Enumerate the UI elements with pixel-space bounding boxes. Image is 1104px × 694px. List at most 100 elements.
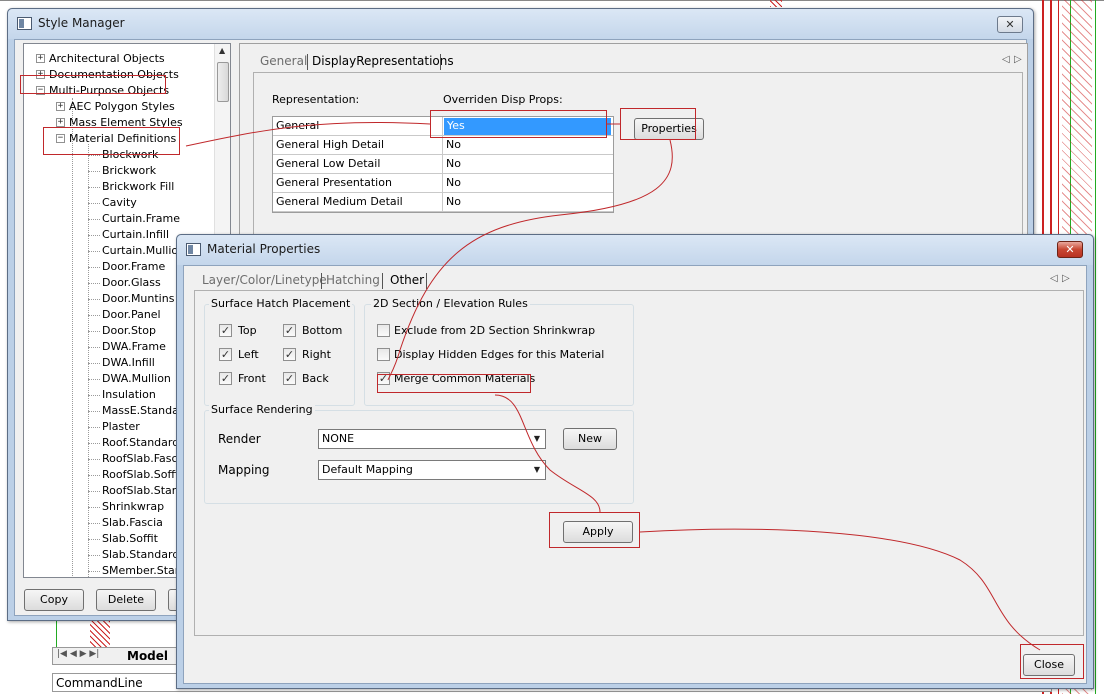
overridden-cell[interactable]: No	[443, 193, 613, 212]
cad-hatch	[770, 0, 782, 7]
material-item[interactable]: Curtain.Mullion	[102, 244, 185, 257]
material-item[interactable]: DWA.Frame	[102, 340, 166, 353]
copy-button[interactable]: Copy	[24, 589, 84, 611]
tree-expander-icon[interactable]: +	[36, 54, 45, 63]
material-item[interactable]: Shrinkwrap	[102, 500, 164, 513]
material-item[interactable]: RoofSlab.Fascia	[102, 452, 187, 465]
cad-grid-line	[1095, 0, 1096, 694]
table-row[interactable]: General High Detail No	[273, 136, 613, 155]
material-properties-titlebar[interactable]: Material Properties ✕	[177, 235, 1093, 265]
tree-connector	[88, 475, 100, 476]
hidden-edges-checkbox[interactable]	[377, 348, 390, 361]
material-item[interactable]: DWA.Mullion	[102, 372, 171, 385]
tree-connector	[88, 427, 100, 428]
tree-item[interactable]: Architectural Objects	[49, 52, 165, 65]
tab-layer-color-linetype[interactable]: Layer/Color/Linetype	[202, 273, 327, 287]
tab-separator	[307, 54, 308, 70]
tab-display-representations[interactable]: DisplayRepresentations	[312, 54, 454, 68]
tree-expander-icon[interactable]: +	[56, 118, 65, 127]
tab-scroll-left-icon[interactable]: ◁	[1002, 54, 1010, 65]
tab-nav-arrows[interactable]: |◀ ◀ ▶ ▶|	[57, 649, 99, 659]
right-label: Right	[302, 348, 331, 361]
material-item[interactable]: Door.Panel	[102, 308, 161, 321]
cad-grid-line	[56, 618, 57, 648]
style-manager-titlebar[interactable]: Style Manager ✕	[8, 9, 1033, 39]
tab-other[interactable]: Other	[390, 273, 424, 287]
scroll-thumb[interactable]	[217, 62, 229, 102]
tab-general[interactable]: General	[260, 54, 307, 68]
right-checkbox[interactable]: ✓	[283, 348, 296, 361]
material-item[interactable]: RoofSlab.Soffit	[102, 468, 182, 481]
material-item[interactable]: Insulation	[102, 388, 156, 401]
tree-expander-icon[interactable]: +	[56, 102, 65, 111]
tab-model[interactable]: Model	[127, 649, 168, 663]
material-item[interactable]: Cavity	[102, 196, 137, 209]
window-icon	[186, 243, 201, 256]
annotation-box-properties	[620, 108, 696, 140]
material-tabs: Layer/Color/Linetype Hatching Other ◁ ▷	[194, 271, 1074, 291]
top-checkbox[interactable]: ✓	[219, 324, 232, 337]
material-item[interactable]: Roof.Standard	[102, 436, 179, 449]
tree-connector	[88, 459, 100, 460]
tab-hatching[interactable]: Hatching	[326, 273, 380, 287]
render-select[interactable]: NONE ▼	[318, 429, 546, 449]
tab-separator	[426, 273, 427, 289]
tab-separator	[440, 54, 441, 70]
layout-tab-strip: |◀ ◀ ▶ ▶| Model	[52, 647, 177, 665]
close-icon[interactable]: ✕	[1057, 241, 1083, 258]
close-icon[interactable]: ✕	[997, 16, 1023, 33]
bottom-checkbox[interactable]: ✓	[283, 324, 296, 337]
front-label: Front	[238, 372, 266, 385]
exclude-shrinkwrap-checkbox[interactable]	[377, 324, 390, 337]
mapping-select[interactable]: Default Mapping ▼	[318, 460, 546, 480]
representation-cell: General High Detail	[276, 138, 385, 151]
material-item[interactable]: Door.Stop	[102, 324, 156, 337]
material-properties-title: Material Properties	[207, 242, 321, 256]
material-item[interactable]: Slab.Standard	[102, 548, 179, 561]
tab-scroll-left-icon[interactable]: ◁	[1050, 273, 1058, 284]
back-checkbox[interactable]: ✓	[283, 372, 296, 385]
left-checkbox[interactable]: ✓	[219, 348, 232, 361]
overridden-cell[interactable]: No	[443, 136, 613, 155]
tree-connector	[88, 235, 100, 236]
annotation-box-yes	[430, 110, 607, 138]
left-label: Left	[238, 348, 259, 361]
table-row[interactable]: General Medium Detail No	[273, 193, 613, 212]
material-item[interactable]: Curtain.Frame	[102, 212, 180, 225]
tree-connector	[88, 555, 100, 556]
section-rules-title: 2D Section / Elevation Rules	[371, 297, 530, 310]
material-item[interactable]: Door.Frame	[102, 260, 165, 273]
tab-scroll-right-icon[interactable]: ▷	[1062, 273, 1070, 284]
overridden-cell[interactable]: No	[443, 155, 613, 174]
exclude-shrinkwrap-label: Exclude from 2D Section Shrinkwrap	[394, 324, 596, 337]
chevron-down-icon[interactable]: ▼	[529, 430, 545, 448]
material-item[interactable]: Door.Glass	[102, 276, 161, 289]
overridden-header: Overriden Disp Props:	[443, 93, 563, 106]
table-row[interactable]: General Presentation No	[273, 174, 613, 193]
material-item[interactable]: Curtain.Infill	[102, 228, 169, 241]
tree-connector	[88, 203, 100, 204]
material-item[interactable]: Door.Muntins	[102, 292, 174, 305]
material-item[interactable]: DWA.Infill	[102, 356, 155, 369]
surface-rendering-title: Surface Rendering	[209, 403, 315, 416]
material-item[interactable]: Slab.Fascia	[102, 516, 163, 529]
bottom-label: Bottom	[302, 324, 343, 337]
chevron-down-icon[interactable]: ▼	[529, 461, 545, 479]
representation-header: Representation:	[272, 93, 360, 106]
table-row[interactable]: General Low Detail No	[273, 155, 613, 174]
tree-connector	[88, 251, 100, 252]
material-item[interactable]: Brickwork Fill	[102, 180, 174, 193]
material-item[interactable]: Slab.Soffit	[102, 532, 158, 545]
front-checkbox[interactable]: ✓	[219, 372, 232, 385]
tree-connector	[88, 347, 100, 348]
new-render-button[interactable]: New	[563, 428, 617, 450]
scroll-up-icon[interactable]: ▲	[219, 46, 225, 55]
tree-item[interactable]: AEC Polygon Styles	[69, 100, 175, 113]
material-item[interactable]: Plaster	[102, 420, 140, 433]
tree-connector	[88, 187, 100, 188]
delete-button[interactable]: Delete	[96, 589, 156, 611]
tree-connector	[88, 539, 100, 540]
tab-scroll-right-icon[interactable]: ▷	[1014, 54, 1022, 65]
material-item[interactable]: Brickwork	[102, 164, 156, 177]
overridden-cell[interactable]: No	[443, 174, 613, 193]
